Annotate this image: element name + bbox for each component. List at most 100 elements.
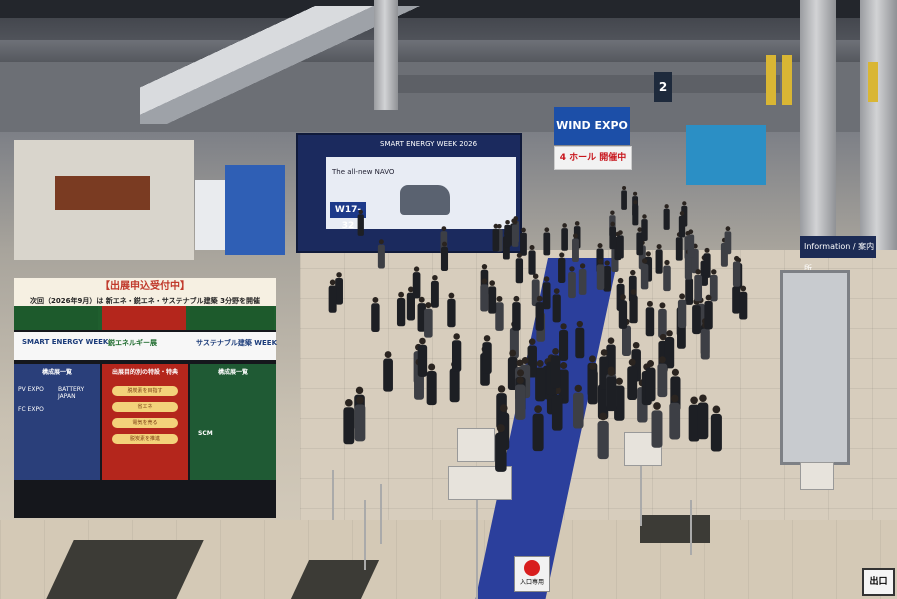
person-head bbox=[664, 259, 670, 266]
person-head bbox=[432, 274, 438, 281]
person-head bbox=[642, 214, 647, 219]
person-figure bbox=[377, 244, 385, 269]
person-head bbox=[633, 191, 638, 196]
person-figure bbox=[669, 402, 681, 440]
no-entry-label: 入口専用 bbox=[519, 579, 544, 586]
person-figure bbox=[495, 432, 507, 472]
person-figure bbox=[596, 264, 605, 290]
person-head bbox=[588, 355, 596, 363]
person-head bbox=[398, 291, 405, 298]
person-figure bbox=[550, 355, 561, 389]
person-head bbox=[670, 394, 679, 403]
person-head bbox=[356, 396, 364, 404]
person-head bbox=[329, 279, 336, 286]
person-figure bbox=[645, 367, 656, 402]
person-head bbox=[704, 247, 710, 253]
person-figure bbox=[685, 278, 694, 305]
person-figure bbox=[515, 384, 526, 420]
person-head bbox=[573, 233, 578, 239]
person-figure bbox=[657, 363, 668, 398]
person-figure bbox=[480, 284, 489, 312]
person-head bbox=[600, 349, 608, 356]
person-figure bbox=[492, 228, 500, 252]
person-head bbox=[699, 394, 707, 402]
person-head bbox=[653, 402, 661, 410]
person-figure bbox=[694, 274, 703, 302]
person-head bbox=[428, 363, 436, 371]
person-head bbox=[734, 255, 740, 262]
person-figure bbox=[658, 308, 667, 338]
person-head bbox=[620, 294, 626, 301]
person-figure bbox=[561, 228, 568, 251]
person-head bbox=[711, 269, 717, 275]
person-head bbox=[695, 269, 701, 275]
person-head bbox=[688, 229, 694, 235]
person-figure bbox=[655, 249, 663, 274]
person-figure bbox=[449, 368, 460, 403]
person-figure bbox=[587, 370, 598, 405]
person-head bbox=[633, 200, 638, 205]
person-figure bbox=[482, 342, 492, 374]
person-figure bbox=[504, 224, 511, 248]
person-figure bbox=[383, 358, 393, 392]
person-figure bbox=[597, 420, 609, 460]
person-figure bbox=[495, 302, 504, 331]
person-figure bbox=[417, 344, 428, 377]
person-head bbox=[442, 241, 447, 247]
crowd-figures bbox=[328, 186, 748, 472]
person-head bbox=[529, 244, 535, 250]
person-figure bbox=[543, 232, 551, 256]
person-head bbox=[516, 376, 524, 385]
person-figure bbox=[343, 407, 355, 445]
person-figure bbox=[572, 238, 579, 263]
person-figure bbox=[451, 340, 462, 372]
person-figure bbox=[621, 190, 627, 210]
person-head bbox=[630, 269, 636, 276]
person-head bbox=[441, 226, 447, 231]
person-figure bbox=[618, 300, 628, 329]
person-head bbox=[604, 260, 610, 266]
person-head bbox=[579, 263, 586, 269]
person-figure bbox=[328, 285, 337, 313]
person-head bbox=[536, 295, 543, 302]
person-figure bbox=[528, 250, 536, 275]
person-head bbox=[574, 221, 580, 226]
person-head bbox=[560, 362, 568, 370]
person-figure bbox=[732, 286, 741, 314]
person-figure bbox=[440, 246, 449, 272]
person-head bbox=[496, 295, 503, 302]
person-head bbox=[690, 396, 698, 405]
person-head bbox=[512, 219, 518, 225]
person-head bbox=[516, 252, 522, 258]
person-head bbox=[682, 201, 687, 206]
person-head bbox=[658, 356, 666, 364]
person-head bbox=[617, 230, 623, 235]
person-head bbox=[574, 384, 582, 393]
person-head bbox=[521, 357, 529, 364]
person-figure bbox=[704, 300, 713, 330]
person-head bbox=[355, 386, 364, 395]
person-head bbox=[599, 412, 608, 421]
person-head bbox=[543, 276, 550, 282]
person-figure bbox=[663, 265, 671, 292]
person-figure bbox=[640, 263, 649, 290]
person-figure bbox=[664, 337, 675, 369]
person-figure bbox=[692, 305, 701, 335]
person-head bbox=[481, 278, 488, 284]
person-figure bbox=[354, 404, 366, 442]
person-figure bbox=[606, 376, 617, 412]
person-figure bbox=[710, 413, 722, 452]
person-figure bbox=[512, 302, 521, 331]
person-head bbox=[489, 280, 495, 286]
person-figure bbox=[515, 258, 524, 284]
person-figure bbox=[651, 410, 663, 448]
person-head bbox=[521, 227, 526, 233]
person-figure bbox=[678, 215, 686, 238]
person-figure bbox=[568, 271, 576, 299]
person-head bbox=[336, 272, 342, 278]
person-head bbox=[630, 289, 637, 295]
person-head bbox=[597, 243, 603, 249]
person-figure bbox=[396, 298, 406, 327]
person-figure bbox=[575, 327, 585, 359]
person-figure bbox=[412, 272, 421, 299]
